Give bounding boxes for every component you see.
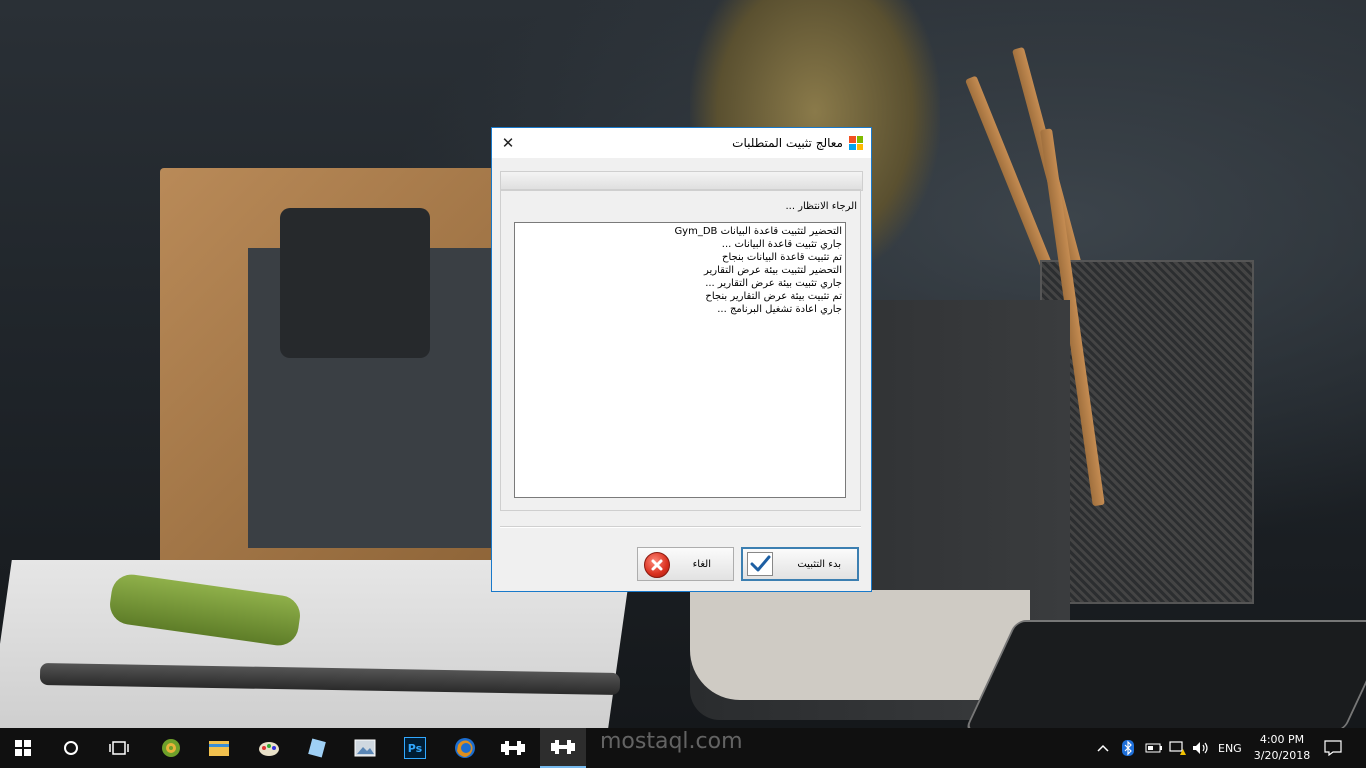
clock-date: 3/20/2018: [1253, 749, 1311, 762]
setup-wizard-dialog: معالج تثبيت المتطلبات ✕ الرجاء الانتظار …: [491, 127, 872, 592]
battery-icon: [1145, 743, 1162, 753]
chevron-up-icon: [1097, 744, 1109, 752]
wallpaper-frame-card: [280, 208, 430, 358]
taskbar-clock[interactable]: 4:00 PM 3/20/2018: [1250, 731, 1314, 765]
log-line: جاري تثبيت قاعدة البيانات ...: [721, 239, 842, 250]
cancel-button[interactable]: الغاء: [637, 547, 734, 581]
wallpaper-pot-base: [690, 590, 1030, 700]
install-log[interactable]: التحضير لتثبيت قاعدة البيانات Gym_DB جار…: [514, 222, 846, 498]
network-warning-icon: [1169, 741, 1186, 755]
header-strip: [500, 171, 863, 191]
show-hidden-icons-button[interactable]: [1096, 728, 1110, 768]
taskbar-notes[interactable]: [294, 728, 340, 768]
taskbar-gym-app-active[interactable]: [540, 728, 586, 768]
taskbar-photoshop[interactable]: Ps: [392, 728, 438, 768]
taskbar-gym-app[interactable]: [490, 728, 536, 768]
start-install-button[interactable]: بدء التثبيت: [741, 547, 859, 581]
firefox-icon: [455, 738, 475, 758]
separator: [500, 526, 861, 528]
task-view-button[interactable]: [96, 728, 142, 768]
wallpaper-tablet: [963, 620, 1366, 732]
bluetooth-tray[interactable]: [1122, 728, 1134, 768]
wait-label: الرجاء الانتظار ...: [785, 201, 857, 212]
checkmark-icon: [747, 552, 773, 576]
paint-icon: [259, 742, 279, 756]
volume-tray[interactable]: [1192, 728, 1210, 768]
taskbar-firefox[interactable]: [442, 728, 488, 768]
cancel-x-icon: [644, 552, 670, 578]
volume-icon: [1193, 742, 1208, 754]
app-spiral-icon: [162, 739, 180, 757]
cortana-icon: [64, 741, 78, 755]
dialog-titlebar[interactable]: معالج تثبيت المتطلبات ✕: [492, 128, 871, 158]
notes-icon: [308, 738, 326, 758]
taskbar-file-explorer[interactable]: [196, 728, 242, 768]
cortana-button[interactable]: [48, 728, 94, 768]
start-button[interactable]: [0, 728, 46, 768]
battery-tray[interactable]: [1145, 728, 1163, 768]
gym-app-icon-active: [551, 740, 575, 754]
start-install-label: بدء التثبيت: [797, 558, 841, 570]
log-line: جاري تثبيت بيئة عرض التقارير ...: [705, 278, 842, 289]
cancel-label: الغاء: [692, 558, 711, 570]
bluetooth-icon: [1122, 740, 1134, 756]
app-icon: [849, 136, 863, 150]
network-tray[interactable]: [1168, 728, 1186, 768]
log-line: جاري اعادة تشغيل البرنامج ...: [717, 304, 842, 315]
file-explorer-icon: [209, 741, 229, 756]
task-view-icon: [109, 741, 129, 755]
log-line: تم تثبيت قاعدة البيانات بنجاح: [722, 252, 842, 263]
photoshop-icon: Ps: [404, 737, 426, 759]
notification-icon: [1324, 740, 1342, 756]
watermark-text: mostaql.com: [600, 729, 743, 754]
close-button[interactable]: ✕: [492, 128, 524, 158]
taskbar: Ps mostaql.com ENG 4:00 PM 3/20/2018: [0, 728, 1366, 768]
input-language[interactable]: ENG: [1218, 728, 1242, 768]
log-line: التحضير لتثبيت بيئة عرض التقارير: [704, 265, 842, 276]
taskbar-app-spiral[interactable]: [148, 728, 194, 768]
start-icon: [15, 740, 31, 756]
taskbar-paint[interactable]: [246, 728, 292, 768]
log-line: التحضير لتثبيت قاعدة البيانات Gym_DB: [674, 226, 842, 237]
gym-app-icon: [501, 741, 525, 755]
close-icon: ✕: [501, 134, 515, 152]
dialog-title: معالج تثبيت المتطلبات: [732, 136, 843, 150]
clock-time: 4:00 PM: [1259, 733, 1305, 746]
taskbar-image-app[interactable]: [342, 728, 388, 768]
image-app-icon: [354, 739, 376, 757]
action-center-button[interactable]: [1324, 728, 1342, 768]
log-line: تم تثبيت بيئة عرض التقارير بنجاح: [705, 291, 842, 302]
